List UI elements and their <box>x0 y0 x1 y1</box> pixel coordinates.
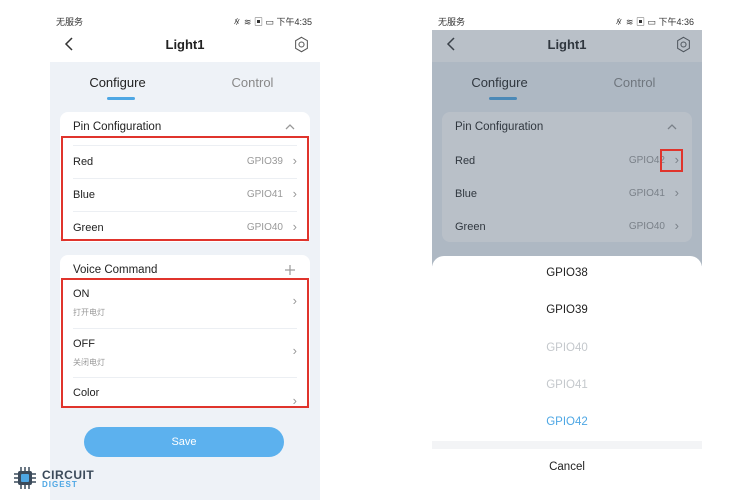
active-tab-indicator <box>107 97 135 100</box>
gpio-picker-sheet: GPIO38 GPIO39 GPIO40 GPIO41 GPIO42 Cance… <box>432 256 702 500</box>
gpio-option[interactable]: GPIO38 <box>432 267 702 279</box>
highlight-box-voice <box>61 278 309 408</box>
voice-command-header: Voice Command <box>73 264 158 276</box>
page-title: Light1 <box>165 37 205 52</box>
highlight-box-chevron <box>660 149 683 172</box>
right-phone-screen: 无服务 ∦ ≋ ▣ ▭ 下午4:36 Light1 Configure Cont… <box>432 0 702 500</box>
save-button[interactable]: Save <box>84 427 284 457</box>
tab-control[interactable]: Control <box>185 75 320 90</box>
add-icon[interactable] <box>284 264 296 276</box>
circuit-digest-logo: CIRCUIT DIGEST <box>11 464 121 494</box>
nav-bar: Light1 <box>50 30 320 62</box>
gpio-option-disabled: GPIO41 <box>546 379 588 391</box>
chevron-up-icon[interactable] <box>284 122 296 132</box>
left-phone-screen: 无服务 ∦ ≋ ▣ ▭ 下午4:35 Light1 Configure Cont… <box>50 0 320 500</box>
status-icons-time: ∦ ≋ ▣ ▭ 下午4:35 <box>232 17 312 27</box>
status-icons-time: ∦ ≋ ▣ ▭ 下午4:36 <box>614 17 694 27</box>
tab-bar: Configure Control <box>50 62 320 106</box>
tab-configure[interactable]: Configure <box>50 75 185 90</box>
status-bar: 无服务 ∦ ≋ ▣ ▭ 下午4:36 <box>432 0 702 34</box>
chip-icon <box>14 467 36 489</box>
gpio-option-disabled: GPIO40 <box>546 342 588 354</box>
highlight-box-pins <box>61 136 309 241</box>
modal-overlay[interactable] <box>432 30 702 266</box>
status-bar: 无服务 ∦ ≋ ▣ ▭ 下午4:35 <box>50 0 320 34</box>
carrier-status: 无服务 <box>56 17 84 27</box>
sheet-divider <box>432 441 702 449</box>
logo-text-digest: DIGEST <box>42 480 78 489</box>
gpio-option-selected[interactable]: GPIO42 <box>432 416 702 428</box>
carrier-status: 无服务 <box>438 17 466 27</box>
cancel-button[interactable]: Cancel <box>432 461 702 473</box>
gear-icon[interactable] <box>293 36 310 53</box>
gpio-option[interactable]: GPIO39 <box>432 304 702 316</box>
pin-configuration-header: Pin Configuration <box>73 121 162 133</box>
